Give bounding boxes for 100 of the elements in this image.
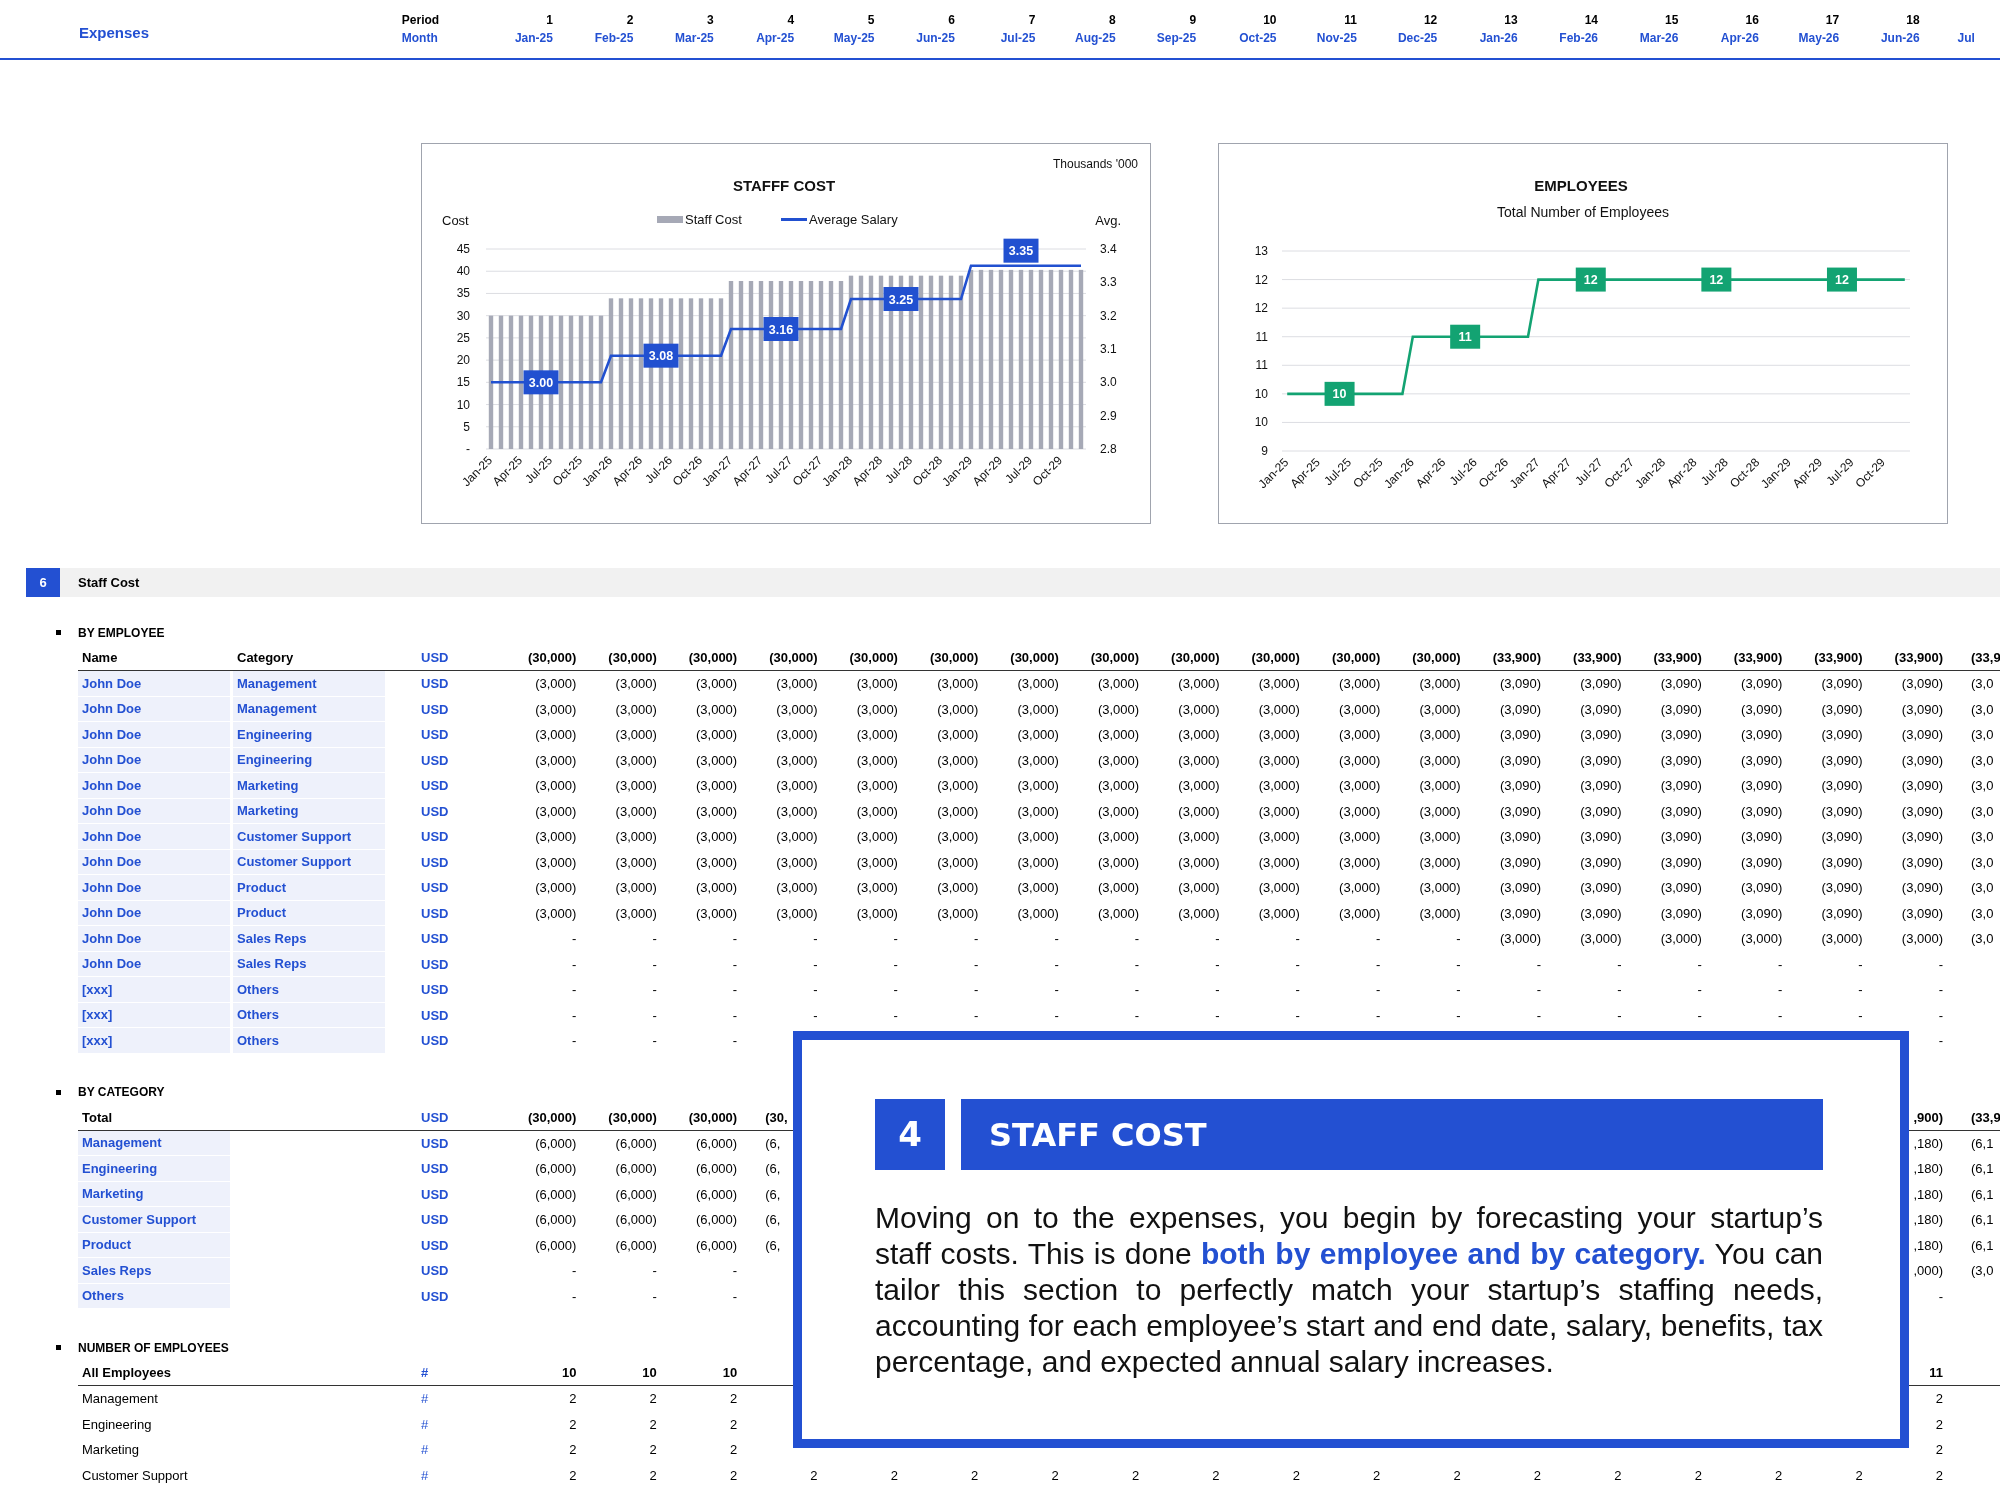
table-cell-text: - [1776,1006,1783,1025]
table-title: NUMBER OF EMPLOYEES [78,1339,229,1357]
table-cell-text: (3,000) [1177,700,1220,719]
table-cell-text: - [1053,930,1059,948]
table-cell-text: (3,000) [1016,700,1059,719]
table-cell-text: 2 [728,1466,738,1485]
table-cell-text: (3,000) [775,700,818,719]
table-cell-text: (3,000) [1016,777,1059,795]
table-cell-text: - [1053,1006,1059,1025]
table-cell-text: (3,0 [1970,675,1995,693]
column-header: 11 [1928,1364,1944,1382]
annotation: 11 [1458,330,1472,345]
table-cell-text: - [1696,1006,1702,1025]
table-cell-text: ,180) [1912,1211,1944,1229]
table-cell-text: - [731,1032,738,1050]
table-cell-text: (3,000) [1016,726,1059,744]
column-header: (30,000) [1330,649,1381,667]
table-cell-text: (3,000) [694,777,738,795]
table-cell-text: (3,000) [1016,802,1059,821]
month-label: Feb-26 [1559,30,1599,47]
table-cell-text: - [1455,1006,1461,1025]
table-cell-text: (3,000) [936,853,979,872]
table-cell-text: (3,0 [1970,930,1995,948]
table-cell-text: - [1455,981,1461,999]
table-cell-text: (6, [764,1134,782,1153]
table-cell-text: (3,000) [1418,726,1461,744]
table-cell-text: 2 [728,1441,738,1459]
table-cell-text: (3,000) [534,853,577,872]
table-cell-text: (3,000) [694,700,738,719]
table-cell-text: (6,000) [614,1236,657,1255]
column-header: (30,000) [1089,649,1140,667]
table-cell-text: ,000) [1912,1262,1944,1280]
data-label: 12 [1826,267,1857,292]
table-cell-text: - [1776,981,1783,999]
table-cell-text: (3,000) [1418,675,1461,693]
table-cell-text: 2 [568,1441,577,1459]
data-label: 3.08 [643,343,679,368]
table-cell-text: (3,000) [1096,751,1140,770]
period-number: 11 [1344,12,1357,29]
table-cell-text: (3,090) [1659,828,1702,846]
period-number: 2 [626,12,634,29]
table-cell-text: USD [421,930,450,948]
table-cell-text: Marketing [81,1441,141,1459]
annotation: 3.25 [888,292,914,307]
table-cell: John Doe [78,900,230,926]
column-header: (30,000) [607,1108,657,1127]
table-cell-text: (3,000) [855,675,898,693]
table-cell: Others [233,1002,385,1028]
table-cell-text: USD [421,1160,450,1178]
section-title: Staff Cost [78,573,140,592]
table-cell-text: (3,090) [1579,700,1622,719]
annotation: 10 [1332,387,1347,402]
table-cell-text: - [1857,1006,1863,1025]
table-cell-text: (3,000) [1177,904,1220,923]
table-cell-text: (3,000) [1740,930,1783,948]
table-cell-text: - [892,930,898,948]
table-cell-text: USD [421,981,450,999]
column-header: (30,000) [1170,649,1220,667]
table-cell-text: - [571,1287,577,1306]
table-cell-text: (3,000) [855,904,898,923]
table-cell-text: (3,000) [775,904,818,923]
table-cell-text: - [1857,955,1863,974]
table-cell-text: (3,000) [1257,777,1300,795]
table-cell-text: - [892,981,898,999]
table-cell-text: - [973,930,979,948]
column-header: Total [81,1108,114,1127]
table-cell-text: - [1616,981,1622,999]
table-cell-text: (3,000) [1096,777,1140,795]
table-cell-text: (3,090) [1740,726,1783,744]
table-cell-text: 2 [728,1415,738,1434]
table-cell-text: - [651,1006,657,1025]
table-cell-text: 2 [1211,1466,1220,1485]
table-cell-text: - [651,1287,657,1306]
table-cell: Engineering [233,747,385,773]
table-cell-text: (3,090) [1659,777,1702,795]
table-cell-text: - [1616,1006,1622,1025]
tick-label: 11 [1255,329,1268,344]
period-number: 3 [707,12,714,29]
table-cell-text: - [1053,981,1059,999]
table-cell-text: - [571,930,577,948]
tick-label: 2.9 [1100,408,1117,423]
table-cell-text: (3,000) [936,777,979,795]
month-label: Jun-25 [916,30,955,47]
table-cell-text: (3,000) [1418,802,1461,821]
table-cell-text: (3,0 [1970,726,1995,744]
table-cell-text: (3,090) [1900,853,1944,872]
table-cell-text: USD [421,751,450,770]
table-cell-text: (3,000) [694,828,738,846]
column-header: # [421,1364,430,1382]
table-cell-text: (3,000) [1257,675,1300,693]
month-label: May-26 [1798,30,1840,47]
column-header: (30,000) [687,649,738,667]
table-cell-text: 2 [970,1466,979,1485]
table-cell-text: (3,090) [1498,675,1542,693]
table-cell-text: USD [421,1287,450,1306]
table-cell-text: (3,000) [1177,879,1220,897]
table-cell-text: USD [421,904,450,923]
table-cell-text: USD [421,1006,450,1025]
table-cell-text: - [571,1006,577,1025]
table-cell-text: - [1214,1006,1220,1025]
